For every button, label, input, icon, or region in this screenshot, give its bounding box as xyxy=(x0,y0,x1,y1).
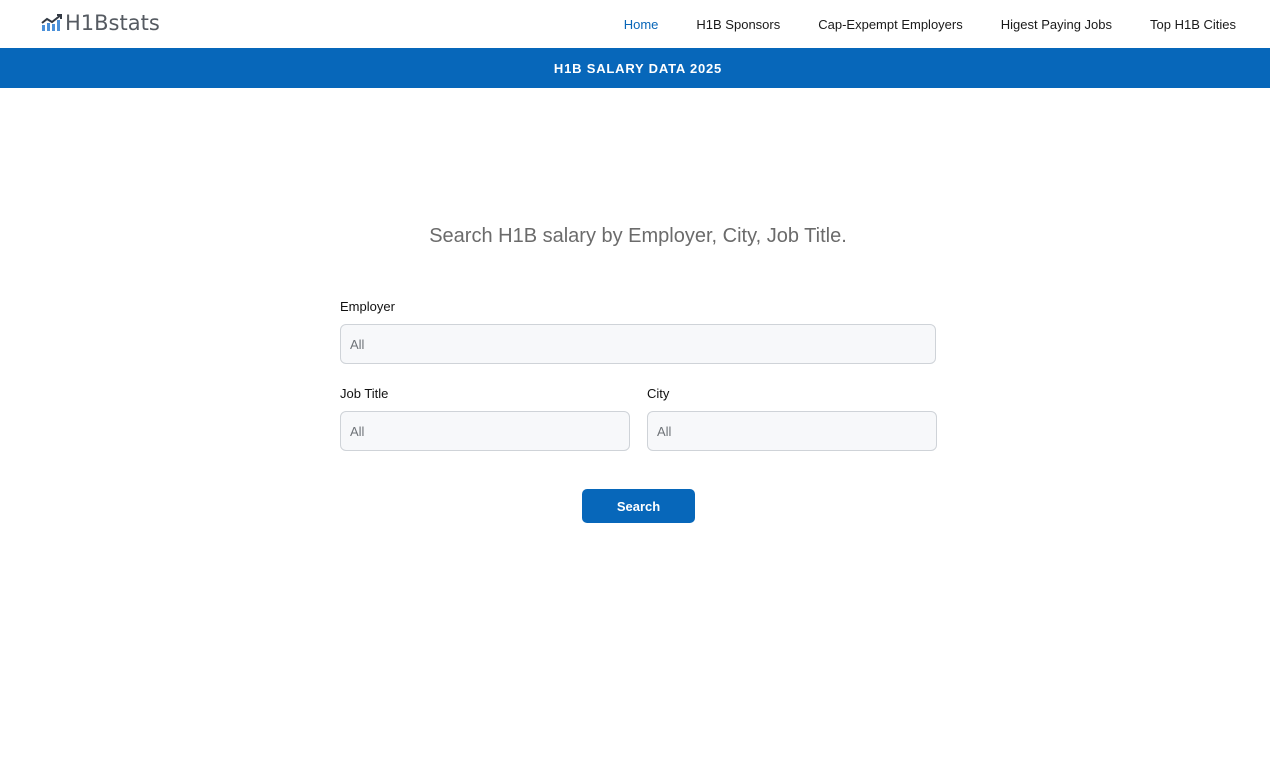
job-title-field-group: Job Title xyxy=(340,384,630,451)
employer-field-group: Employer xyxy=(340,297,936,364)
nav-top-h1b-cities[interactable]: Top H1B Cities xyxy=(1150,17,1236,32)
nav-cap-exempt-employers[interactable]: Cap-Expempt Employers xyxy=(818,17,963,32)
search-button[interactable]: Search xyxy=(582,489,695,523)
nav-h1b-sponsors[interactable]: H1B Sponsors xyxy=(696,17,780,32)
banner-title: H1B SALARY DATA 2025 xyxy=(553,60,723,76)
chart-logo-icon xyxy=(41,14,62,31)
page-banner: H1B SALARY DATA 2025 xyxy=(0,48,1270,88)
site-logo[interactable]: H1Bstats xyxy=(41,11,160,35)
nav-highest-paying-jobs[interactable]: Higest Paying Jobs xyxy=(1001,17,1112,32)
job-title-label: Job Title xyxy=(340,386,389,401)
city-field-group: City xyxy=(647,384,937,451)
job-title-input[interactable] xyxy=(340,411,630,451)
main-nav: Home H1B Sponsors Cap-Expempt Employers … xyxy=(586,0,1236,48)
search-headline: Search H1B salary by Employer, City, Job… xyxy=(429,225,847,247)
city-label: City xyxy=(647,386,670,401)
city-input[interactable] xyxy=(647,411,937,451)
employer-input[interactable] xyxy=(340,324,936,364)
employer-label: Employer xyxy=(340,299,395,314)
nav-home[interactable]: Home xyxy=(624,17,659,32)
logo-text: H1Bstats xyxy=(65,11,160,35)
top-navbar: H1Bstats Home H1B Sponsors Cap-Expempt E… xyxy=(0,0,1270,48)
